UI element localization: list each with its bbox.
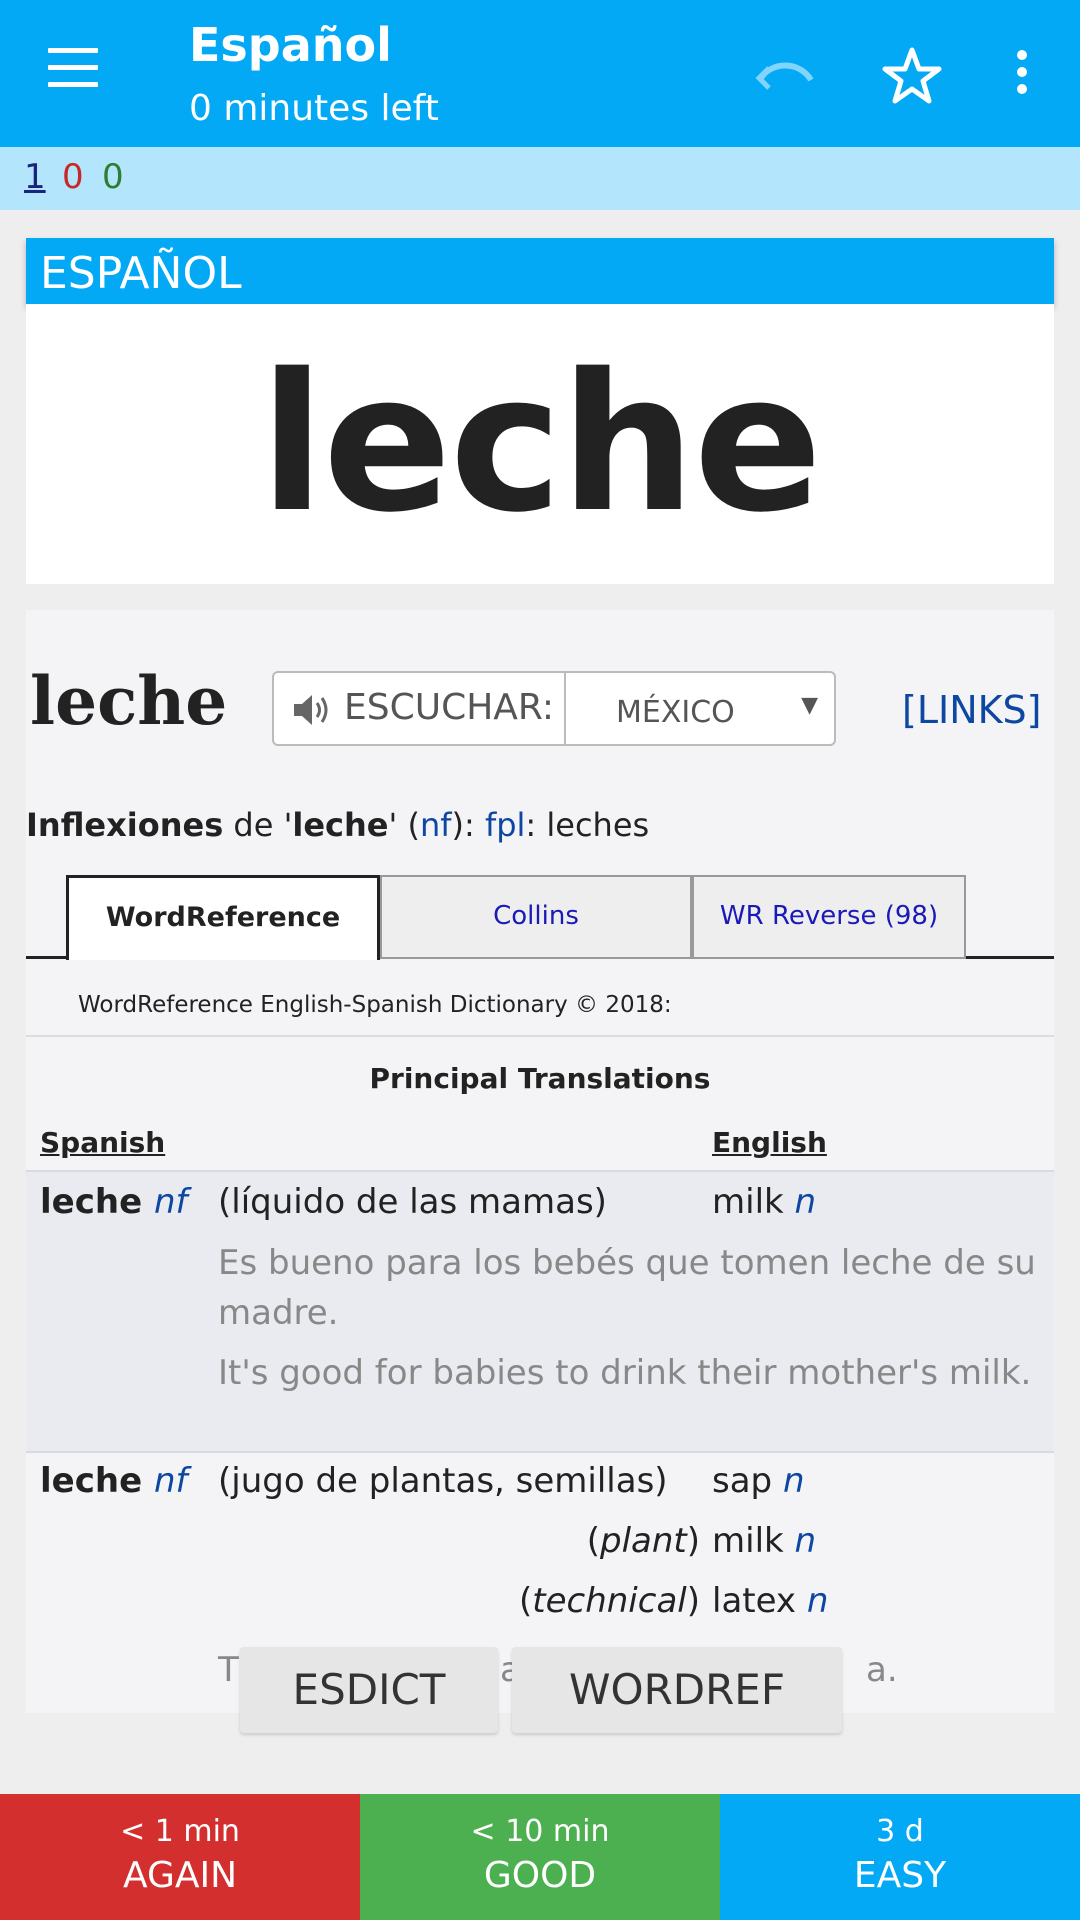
- divider: [26, 1035, 1054, 1037]
- again-button[interactable]: < 1 min AGAIN: [0, 1794, 360, 1920]
- easy-button[interactable]: 3 d EASY: [720, 1794, 1080, 1920]
- answer-buttons: < 1 min AGAIN < 10 min GOOD 3 d EASY: [0, 1794, 1080, 1920]
- headword: leche: [30, 662, 228, 740]
- inflections-fpl[interactable]: fpl: [485, 806, 525, 844]
- example-spanish: Es bueno para los bebés que tomen leche …: [218, 1243, 1036, 1333]
- inflections-word: leche: [292, 806, 389, 844]
- undo-icon[interactable]: [755, 46, 815, 102]
- links-link[interactable]: [LINKS]: [902, 688, 1042, 732]
- inflections-line: Inflexiones de 'leche' (nf): fpl: leches: [26, 806, 649, 844]
- entry-translation: milk n: [712, 1182, 817, 1222]
- deck-title: Español: [189, 18, 392, 72]
- entry-context: (plant): [586, 1521, 700, 1561]
- learning-count: 0: [62, 157, 84, 197]
- dialect-value: MÉXICO: [616, 695, 735, 730]
- listen-label: ESCUCHAR:: [344, 687, 554, 728]
- inflections-close: ):: [451, 806, 475, 844]
- tab-wr-reverse[interactable]: WR Reverse (98): [692, 875, 966, 959]
- column-header-spanish: Spanish: [40, 1126, 166, 1159]
- again-interval: < 1 min: [120, 1814, 240, 1849]
- inflections-pos[interactable]: nf: [420, 806, 452, 844]
- entry-sense: (líquido de las mamas): [218, 1182, 607, 1222]
- review-count: 0: [102, 157, 124, 197]
- star-icon[interactable]: [880, 44, 944, 108]
- copyright: WordReference English-Spanish Dictionary…: [78, 992, 672, 1018]
- good-interval: < 10 min: [470, 1814, 610, 1849]
- menu-icon[interactable]: [40, 48, 104, 100]
- card-counts: 1 0 0: [0, 147, 1080, 210]
- tab-collins[interactable]: Collins: [380, 875, 692, 959]
- listen-button[interactable]: ESCUCHAR:: [274, 673, 566, 744]
- speaker-icon: [294, 695, 328, 725]
- front-word: leche: [259, 333, 823, 554]
- inflections-de: de ': [233, 806, 293, 844]
- easy-label: EASY: [853, 1855, 947, 1896]
- entry-context: (technical): [519, 1581, 700, 1621]
- table-row: leche nf (líquido de las mamas) milk n E…: [26, 1170, 1054, 1453]
- entry-term: leche nf: [40, 1461, 188, 1501]
- inflections-q: ' (: [388, 806, 420, 844]
- section-title: Principal Translations: [369, 1062, 711, 1095]
- inflections-colon: :: [525, 806, 537, 844]
- again-label: AGAIN: [122, 1855, 238, 1896]
- dropdown-caret-icon: ▼: [801, 693, 818, 718]
- dialect-select[interactable]: MÉXICO ▼: [566, 673, 834, 744]
- wordref-button[interactable]: WORDREF: [512, 1647, 842, 1733]
- time-left: 0 minutes left: [189, 88, 439, 129]
- column-header-english: English: [712, 1126, 827, 1159]
- dictionary-tabs: WordReference Collins WR Reverse (98): [26, 875, 1054, 960]
- entry-translation: sap n: [712, 1461, 805, 1501]
- easy-interval: 3 d: [876, 1814, 924, 1849]
- new-count: 1: [24, 157, 46, 197]
- entry-sense: (jugo de plantas, semillas): [218, 1461, 668, 1501]
- deck-label: ESPAÑOL: [26, 238, 1054, 304]
- example-english: It's good for babies to drink their moth…: [218, 1353, 1032, 1393]
- inflections-label: Inflexiones: [26, 806, 224, 844]
- inflections-plural: leches: [546, 806, 650, 844]
- app-bar: Español 0 minutes left: [0, 0, 1080, 147]
- entry-translation: latex n: [712, 1581, 829, 1621]
- card-front: ESPAÑOL leche: [26, 238, 1054, 584]
- good-button[interactable]: < 10 min GOOD: [360, 1794, 720, 1920]
- entry-term: leche nf: [40, 1182, 188, 1222]
- esdict-button[interactable]: ESDICT: [240, 1647, 498, 1733]
- front-panel: leche: [26, 304, 1054, 584]
- example-partial: a.: [866, 1650, 898, 1690]
- entry-translation: milk n: [712, 1521, 817, 1561]
- more-vert-icon[interactable]: [1000, 44, 1027, 108]
- good-label: GOOD: [483, 1855, 597, 1896]
- wordreference-panel: leche ESCUCHAR: MÉXICO ▼ [LINKS] Inflexi…: [26, 610, 1054, 1713]
- listen-control: ESCUCHAR: MÉXICO ▼: [272, 671, 836, 746]
- tab-wordreference[interactable]: WordReference: [66, 875, 380, 960]
